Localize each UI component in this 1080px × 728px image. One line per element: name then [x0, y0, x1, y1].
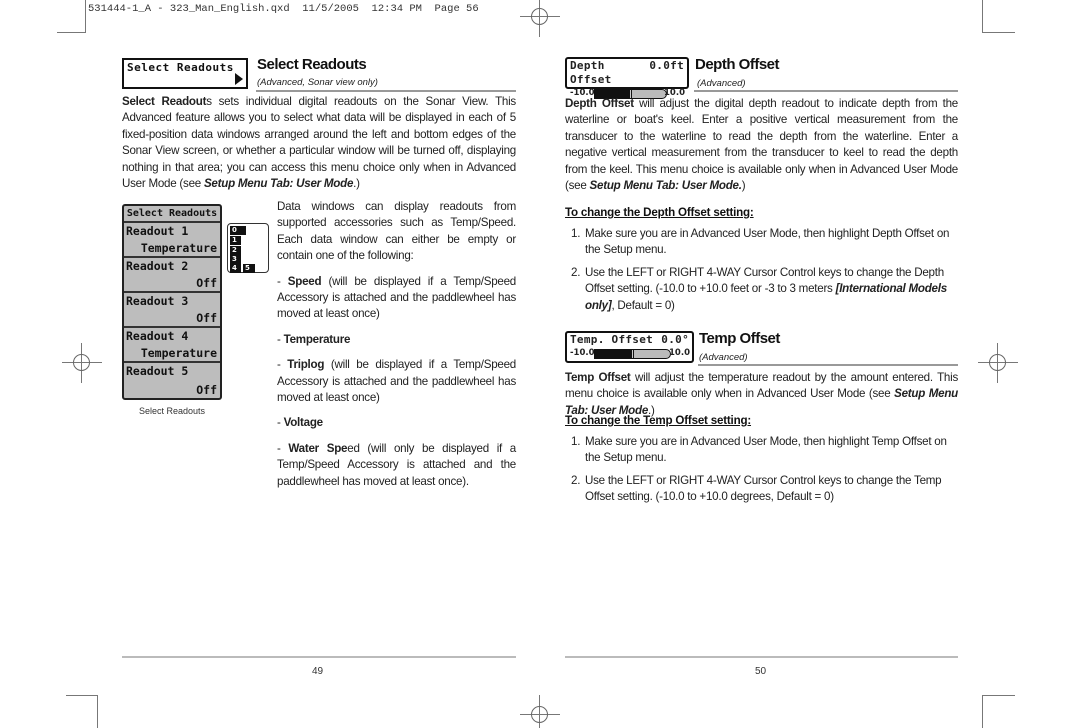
step-text: Make sure you are in Advanced User Mode,…: [585, 435, 947, 465]
readout-value: Temperature: [140, 346, 217, 360]
option-name: Speed: [287, 274, 322, 288]
registration-mark-icon: [520, 0, 560, 37]
body-text: will adjust the digital depth readout to…: [565, 97, 958, 193]
intro-reference: Setup Menu Tab: User Mode: [203, 177, 354, 191]
step: 1. Make sure you are in Advanced User Mod…: [565, 226, 958, 259]
readout-label: Readout 2: [126, 259, 189, 273]
intro-bold: Select Readout: [122, 95, 207, 108]
temp-offset-box: Temp. Offset 0.0° -10.0 10.0: [565, 331, 694, 363]
option-name: Water Spe: [288, 441, 348, 455]
section-subtitle: (Advanced, Sonar view only): [257, 77, 378, 88]
readout-value: Temperature: [140, 241, 217, 255]
window-cell: 4: [230, 264, 241, 273]
temp-howto-heading: To change the Temp Offset setting:: [565, 414, 752, 427]
step-text: Make sure you are in Advanced User Mode,…: [585, 227, 950, 257]
readouts-menu: Select Readouts Readout 1 Temperature Re…: [122, 204, 222, 400]
page-number: 49: [312, 666, 324, 677]
step: 1. Make sure you are in Advanced User Mod…: [565, 434, 958, 467]
readout-value: Off: [196, 383, 217, 397]
registration-mark-icon: [978, 343, 1018, 383]
readout-item[interactable]: Readout 3 Off: [124, 293, 220, 328]
temp-offset-value: 0.0°: [661, 333, 689, 346]
body-bold: Depth Offset: [565, 97, 634, 110]
step: 2. Use the LEFT or RIGHT 4-WAY Cursor Con…: [565, 473, 958, 506]
readout-label: Readout 3: [126, 294, 189, 308]
body-bold: Temp Offset: [565, 371, 631, 384]
section-title: Temp Offset: [699, 330, 780, 347]
options-column: Data windows can display readouts from s…: [277, 199, 516, 490]
intro-end: .): [353, 177, 360, 191]
depth-offset-label: Depth Offset: [570, 59, 612, 86]
step-number: 2.: [571, 473, 581, 487]
window-cell: 2: [230, 246, 241, 255]
step-number: 2.: [571, 265, 581, 279]
page-number: 50: [755, 666, 767, 677]
footer-rule: [565, 656, 958, 658]
registration-mark-icon: [62, 343, 102, 383]
readouts-menu-header: Select Readouts: [124, 206, 220, 223]
step-number: 1.: [571, 227, 581, 240]
readout-value: Off: [196, 311, 217, 325]
data-windows-paragraph: Data windows can display readouts from s…: [277, 200, 516, 263]
slider-max: 10.0: [669, 348, 690, 358]
slider-fill: [595, 350, 633, 358]
step-tail: , Default = 0): [611, 298, 675, 312]
section-subtitle: (Advanced): [699, 352, 748, 363]
body-reference: Setup Menu Tab: User Mode.: [589, 179, 742, 193]
option-water-speed: - Water Speed (will only be displayed if…: [277, 441, 516, 488]
readout-item[interactable]: Readout 2 Off: [124, 258, 220, 293]
readout-label: Readout 4: [126, 329, 189, 343]
window-cell: 0: [230, 226, 246, 235]
window-cell: 5: [243, 264, 255, 273]
body-end: ): [741, 179, 746, 193]
option-name: Voltage: [283, 416, 324, 430]
step-text: Use the LEFT or RIGHT 4-WAY Cursor Contr…: [585, 473, 942, 504]
option-speed: - Speed (will be displayed if a Temp/Spe…: [277, 274, 516, 321]
select-readouts-menu-box: Select Readouts: [122, 58, 248, 89]
slider-min: -10.0: [570, 348, 595, 358]
section-rule: [256, 90, 516, 92]
option-voltage: - Voltage: [277, 416, 324, 430]
file-slug: 531444-1_A - 323_Man_English.qxd 11/5/20…: [88, 3, 479, 15]
depth-steps: 1. Make sure you are in Advanced User Mod…: [565, 226, 958, 320]
data-window-diagram: 0 1 2 3 4 5: [227, 223, 269, 273]
readout-item[interactable]: Readout 4 Temperature: [124, 328, 220, 363]
window-cell: 1: [230, 236, 241, 245]
registration-mark-icon: [520, 695, 560, 728]
depth-howto-heading: To change the Depth Offset setting:: [565, 206, 754, 219]
section-title: Select Readouts: [257, 56, 367, 73]
temp-offset-label: Temp. Offset: [570, 333, 654, 346]
readout-label: Readout 5: [126, 364, 189, 378]
intro-paragraph: Select Readouts sets individual digital …: [122, 94, 516, 192]
depth-offset-box: Depth Offset 0.0ft -10.0 10.0: [565, 57, 689, 99]
depth-offset-value: 0.0ft: [649, 59, 684, 72]
option-name: Temperature: [283, 332, 351, 346]
intro-text: s sets individual digital readouts on th…: [122, 95, 516, 191]
figure-caption: Select Readouts: [138, 406, 206, 416]
temp-offset-slider[interactable]: [594, 349, 671, 359]
section-title: Depth Offset: [695, 56, 780, 73]
readout-item[interactable]: Readout 5 Off: [124, 363, 220, 398]
footer-rule: [122, 656, 516, 658]
slider-thumb[interactable]: [630, 350, 634, 358]
section-subtitle: (Advanced): [697, 78, 746, 89]
window-cell: 3: [230, 255, 241, 264]
depth-offset-paragraph: Depth Offset will adjust the digital dep…: [565, 96, 958, 194]
right-arrow-icon: [235, 73, 243, 85]
readout-label: Readout 1: [126, 224, 189, 238]
temp-steps: 1. Make sure you are in Advanced User Mod…: [565, 434, 958, 512]
step: 2. Use the LEFT or RIGHT 4-WAY Cursor Con…: [565, 265, 958, 314]
menu-box-label: Select Readouts: [127, 61, 234, 74]
section-rule: [694, 90, 958, 92]
readout-item[interactable]: Readout 1 Temperature: [124, 223, 220, 258]
option-triplog: - Triplog (will be displayed if a Temp/S…: [277, 358, 516, 405]
section-rule: [698, 364, 958, 366]
step-number: 1.: [571, 435, 581, 448]
readout-value: Off: [196, 276, 217, 290]
option-name: Triplog: [287, 358, 325, 372]
temp-offset-paragraph: Temp Offset will adjust the temperature …: [565, 370, 958, 419]
option-temperature: - Temperature: [277, 332, 351, 346]
